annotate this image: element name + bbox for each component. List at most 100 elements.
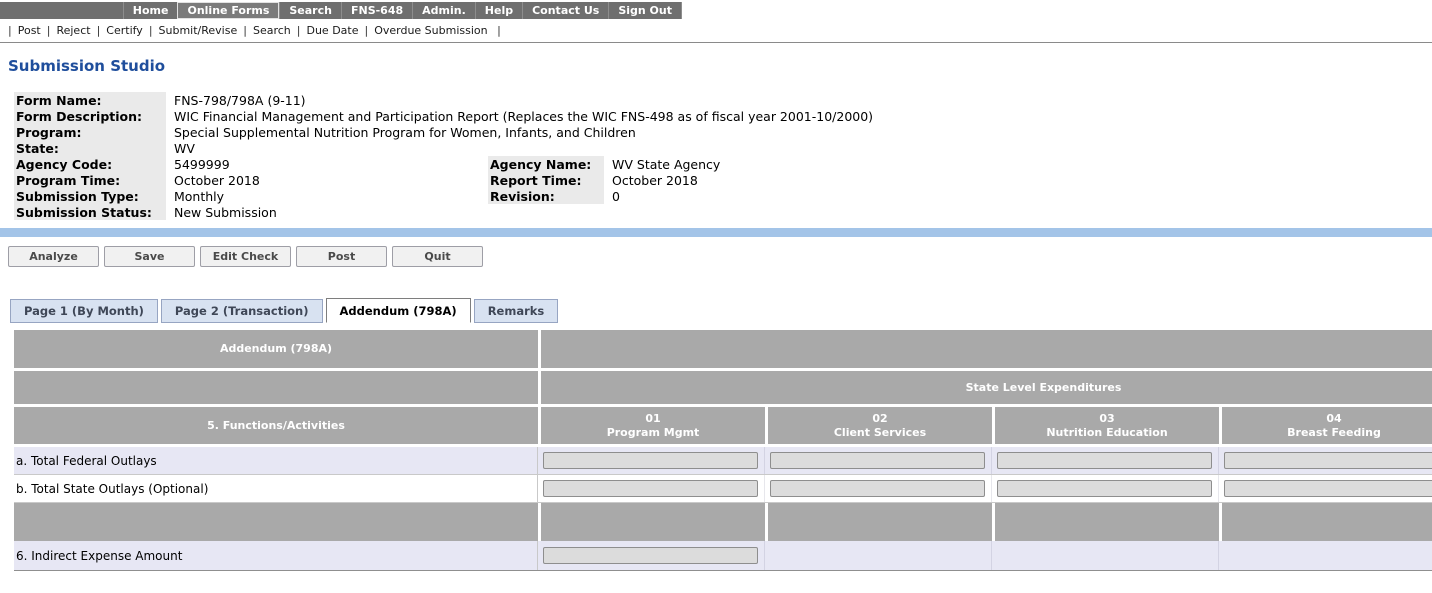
input-federal-outlays-03[interactable] [997,452,1212,469]
input-federal-outlays-04[interactable] [1224,452,1432,469]
report-time-value: October 2018 [604,172,1432,188]
state-label: State: [14,140,166,156]
column-header-02: 02 Client Services [768,407,992,444]
nav-contact-us[interactable]: Contact Us [522,2,608,19]
detail-row-time: Program Time: October 2018 Report Time: … [14,172,1432,188]
functions-activities-header: 5. Functions/Activities [14,407,538,444]
input-state-outlays-04[interactable] [1224,480,1432,497]
tab-page-2-transaction[interactable]: Page 2 (Transaction) [161,299,323,323]
grid-cell-6-01 [538,541,765,570]
spacer-cell [768,503,992,541]
toolbar-certify[interactable]: Certify [91,24,143,37]
revision-label: Revision: [488,188,604,204]
grid-cell-b-01 [538,475,765,502]
column-code: 03 [1099,412,1114,426]
column-header-04: 04 Breast Feeding [1222,407,1432,444]
toolbar-post[interactable]: Post [2,24,41,37]
detail-row-type: Submission Type: Monthly Revision: 0 [14,188,1432,204]
table-row-total-federal-outlays: a. Total Federal Outlays [14,447,1432,475]
program-time-label: Program Time: [14,172,166,188]
table-row-total-state-outlays: b. Total State Outlays (Optional) [14,475,1432,503]
toolbar-search[interactable]: Search [237,24,291,37]
state-value: WV [166,140,1432,156]
row-label: b. Total State Outlays (Optional) [14,475,538,502]
input-state-outlays-01[interactable] [543,480,758,497]
form-name-value: FNS-798/798A (9-11) [166,92,1432,108]
tab-remarks[interactable]: Remarks [474,299,559,323]
column-code: 02 [872,412,887,426]
nav-search[interactable]: Search [279,2,341,19]
navbar-spacer [0,2,123,19]
form-page-tabs: Page 1 (By Month) Page 2 (Transaction) A… [10,298,1432,323]
input-indirect-expense-01[interactable] [543,547,758,564]
addendum-grid-viewport: Addendum (798A) Addendum (798A) State Le… [0,330,1432,571]
program-value: Special Supplemental Nutrition Program f… [166,124,1432,140]
form-description-label: Form Description: [14,108,166,124]
column-name: Breast Feeding [1287,426,1381,440]
column-name: Program Mgmt [607,426,700,440]
grid-cell-a-04 [1219,447,1432,474]
nav-help[interactable]: Help [475,2,522,19]
post-button[interactable]: Post [296,246,387,267]
nav-sign-out[interactable]: Sign Out [608,2,682,19]
quit-button[interactable]: Quit [392,246,483,267]
input-state-outlays-02[interactable] [770,480,985,497]
grid-cell-b-04 [1219,475,1432,502]
nav-home[interactable]: Home [123,2,178,19]
toolbar-due-date[interactable]: Due Date [291,24,359,37]
grid-cell-a-03 [992,447,1219,474]
grid-cell-b-02 [765,475,992,502]
row-label: 6. Indirect Expense Amount [14,541,538,570]
grid-cell-a-02 [765,447,992,474]
tab-addendum-798a[interactable]: Addendum (798A) [326,298,471,323]
report-time-label: Report Time: [488,172,604,188]
save-button[interactable]: Save [104,246,195,267]
grid-spacer-row [14,503,1432,541]
column-name: Client Services [834,426,926,440]
input-state-outlays-03[interactable] [997,480,1212,497]
nav-fns-648[interactable]: FNS-648 [341,2,412,19]
input-federal-outlays-01[interactable] [543,452,758,469]
program-label: Program: [14,124,166,140]
addendum-header-left: Addendum (798A) [14,330,538,368]
program-time-value: October 2018 [166,172,488,188]
nav-admin[interactable]: Admin. [412,2,475,19]
column-header-03: 03 Nutrition Education [995,407,1219,444]
analyze-button[interactable]: Analyze [8,246,99,267]
toolbar-submit-revise[interactable]: Submit/Revise [143,24,237,37]
grid-cell-b-03 [992,475,1219,502]
nav-online-forms[interactable]: Online Forms [177,2,279,19]
agency-name-value: WV State Agency [604,156,1432,172]
state-level-expenditures-header: State Level Expenditures [541,371,1432,404]
toolbar-reject[interactable]: Reject [41,24,91,37]
input-federal-outlays-02[interactable] [770,452,985,469]
addendum-grid: Addendum (798A) Addendum (798A) State Le… [14,330,1432,571]
toolbar-overdue-submission[interactable]: Overdue Submission [358,24,487,37]
submission-status-label: Submission Status: [14,204,166,220]
detail-row-state: State: WV [14,140,1432,156]
grid-header-row-3: 5. Functions/Activities 01 Program Mgmt … [14,407,1432,444]
top-navbar: Home Online Forms Search FNS-648 Admin. … [0,2,682,19]
grid-cell-6-02 [765,541,992,570]
agency-name-label: Agency Name: [488,156,604,172]
detail-row-program: Program: Special Supplemental Nutrition … [14,124,1432,140]
grid-cell-a-01 [538,447,765,474]
spacer-cell [541,503,765,541]
revision-value: 0 [604,188,1432,204]
spacer-cell [14,503,538,541]
edit-check-button[interactable]: Edit Check [200,246,291,267]
form-description-value: WIC Financial Management and Participati… [166,108,1432,124]
column-name: Nutrition Education [1046,426,1167,440]
page-title: Submission Studio [8,57,1432,75]
submission-type-value: Monthly [166,188,488,204]
blue-separator-band [0,228,1432,237]
spacer-cell [1222,503,1432,541]
grid-header-row-1: Addendum (798A) Addendum (798A) [14,330,1432,368]
grid-header-row-2: State Level Expenditures [14,371,1432,404]
submission-type-label: Submission Type: [14,188,166,204]
agency-code-label: Agency Code: [14,156,166,172]
detail-row-status: Submission Status: New Submission [14,204,1432,220]
form-name-label: Form Name: [14,92,166,108]
tab-page-1-by-month[interactable]: Page 1 (By Month) [10,299,158,323]
action-button-row: Analyze Save Edit Check Post Quit [8,246,1432,267]
